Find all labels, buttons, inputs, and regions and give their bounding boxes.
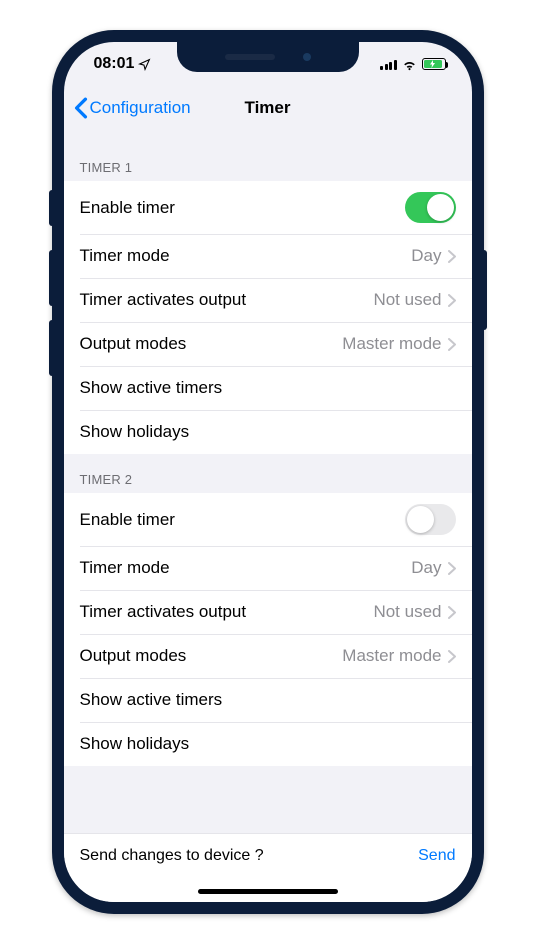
row-label: Show holidays xyxy=(80,422,456,442)
chevron-right-icon xyxy=(448,294,456,307)
row-label: Show holidays xyxy=(80,734,456,754)
enable-timer2-switch[interactable] xyxy=(405,504,456,535)
notch xyxy=(177,42,359,72)
back-label: Configuration xyxy=(90,98,191,118)
row-value: Master mode xyxy=(342,334,441,354)
row-value: Master mode xyxy=(342,646,441,666)
row-output-modes-2[interactable]: Output modes Master mode xyxy=(64,634,472,678)
send-prompt: Send changes to device ? xyxy=(80,847,419,865)
status-time: 08:01 xyxy=(94,55,135,73)
chevron-left-icon xyxy=(74,97,88,119)
row-label: Timer mode xyxy=(80,246,412,266)
row-label: Show active timers xyxy=(80,378,456,398)
row-label: Timer mode xyxy=(80,558,412,578)
row-enable-timer2[interactable]: Enable timer xyxy=(64,493,472,546)
row-show-active-1[interactable]: Show active timers xyxy=(64,366,472,410)
row-activates-output-1[interactable]: Timer activates output Not used xyxy=(64,278,472,322)
back-button[interactable]: Configuration xyxy=(74,97,191,119)
row-show-holidays-2[interactable]: Show holidays xyxy=(64,722,472,766)
content-scroll[interactable]: TIMER 1 Enable timer Timer mode Day Time… xyxy=(64,130,472,833)
row-value: Day xyxy=(411,246,441,266)
row-label: Output modes xyxy=(80,646,343,666)
row-label: Output modes xyxy=(80,334,343,354)
section-header-timer1: TIMER 1 xyxy=(64,130,472,181)
row-value: Not used xyxy=(373,602,441,622)
screen: 08:01 xyxy=(64,42,472,902)
chevron-right-icon xyxy=(448,606,456,619)
location-icon xyxy=(138,58,151,71)
row-enable-timer1[interactable]: Enable timer xyxy=(64,181,472,234)
chevron-right-icon xyxy=(448,338,456,351)
nav-bar: Configuration Timer xyxy=(64,86,472,130)
send-button[interactable]: Send xyxy=(418,847,455,865)
row-output-modes-1[interactable]: Output modes Master mode xyxy=(64,322,472,366)
row-label: Timer activates output xyxy=(80,290,374,310)
row-label: Enable timer xyxy=(80,510,405,530)
row-value: Day xyxy=(411,558,441,578)
wifi-icon xyxy=(401,58,418,71)
row-show-active-2[interactable]: Show active timers xyxy=(64,678,472,722)
row-timer-mode-2[interactable]: Timer mode Day xyxy=(64,546,472,590)
chevron-right-icon xyxy=(448,650,456,663)
chevron-right-icon xyxy=(448,250,456,263)
row-label: Timer activates output xyxy=(80,602,374,622)
charging-icon xyxy=(429,60,436,68)
send-bar: Send changes to device ? Send xyxy=(64,833,472,878)
cellular-icon xyxy=(380,58,397,70)
row-label: Enable timer xyxy=(80,198,405,218)
enable-timer1-switch[interactable] xyxy=(405,192,456,223)
phone-frame: 08:01 xyxy=(52,30,484,914)
row-label: Show active timers xyxy=(80,690,456,710)
row-activates-output-2[interactable]: Timer activates output Not used xyxy=(64,590,472,634)
home-indicator[interactable] xyxy=(198,889,338,894)
battery-icon xyxy=(422,58,446,70)
chevron-right-icon xyxy=(448,562,456,575)
row-show-holidays-1[interactable]: Show holidays xyxy=(64,410,472,454)
row-value: Not used xyxy=(373,290,441,310)
row-timer-mode-1[interactable]: Timer mode Day xyxy=(64,234,472,278)
section-header-timer2: TIMER 2 xyxy=(64,454,472,493)
